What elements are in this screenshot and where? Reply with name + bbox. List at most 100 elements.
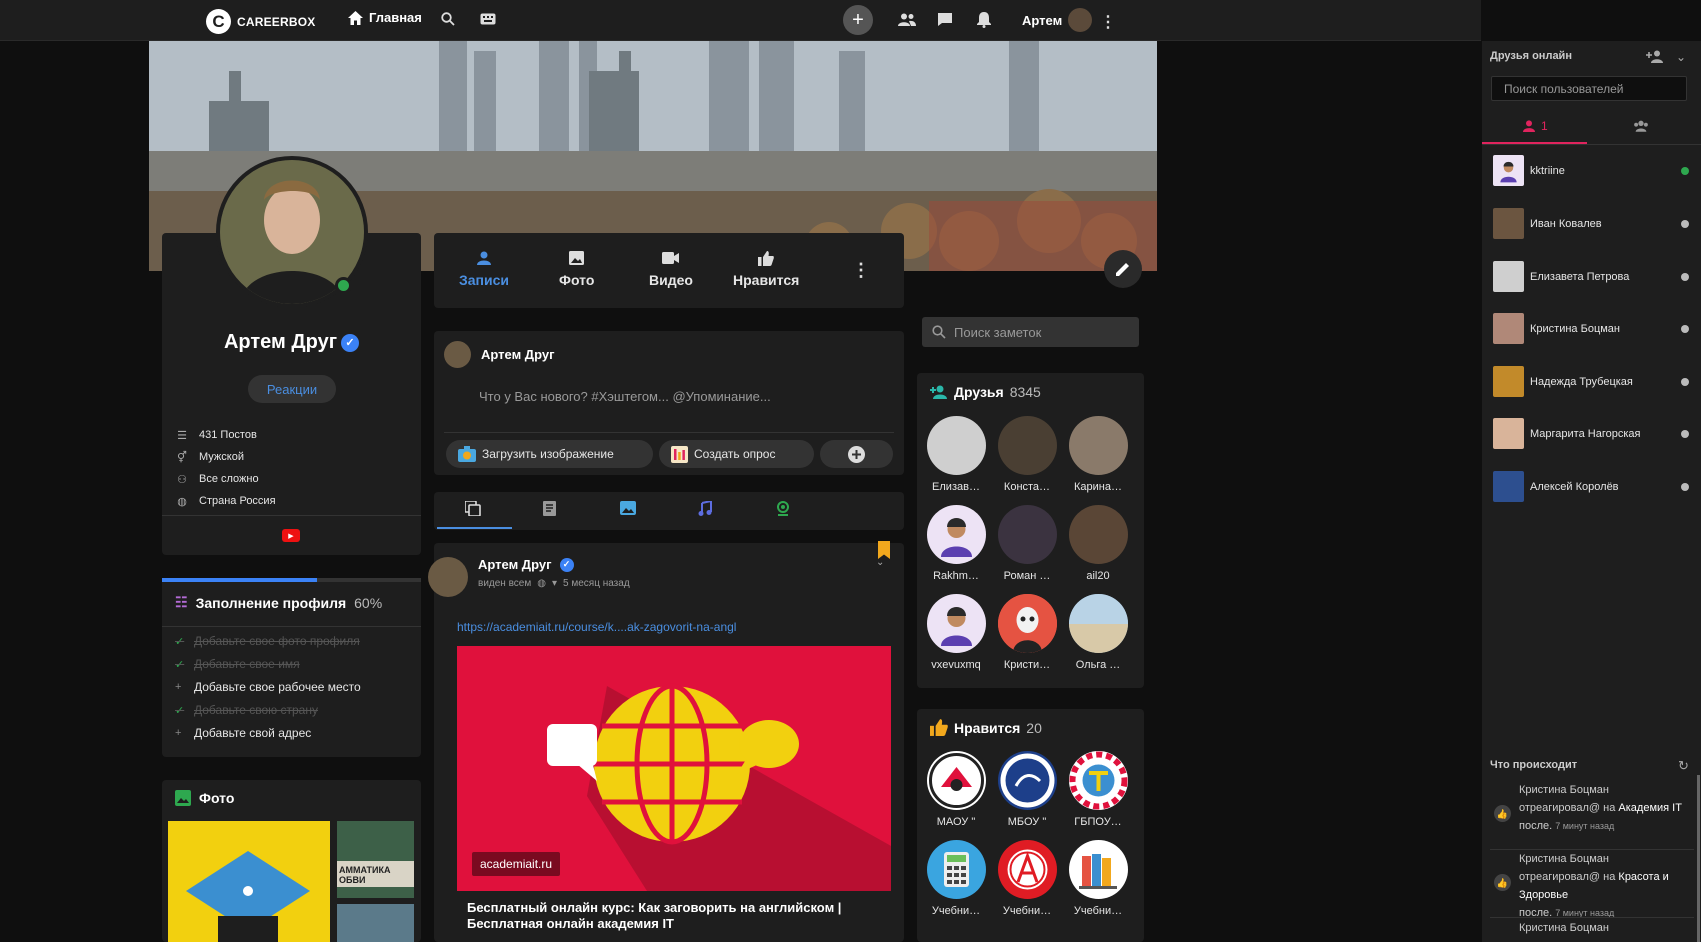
composer-user-name: Артем Друг (481, 347, 555, 362)
nav-home-link[interactable]: Главная (348, 10, 422, 25)
user-avatar (1068, 8, 1093, 32)
checklist-item[interactable]: ✓ Добавьте свое имя (175, 657, 361, 671)
online-user-item[interactable]: kktriine (1493, 155, 1689, 186)
globe-icon[interactable]: ◍ (537, 578, 546, 589)
online-user-item[interactable]: Елизавета Петрова (1493, 261, 1689, 292)
notes-search-placeholder: Поиск заметок (954, 324, 1042, 340)
tab-likes[interactable]: Нравится (733, 250, 799, 288)
likes-title[interactable]: Нравится (954, 720, 1020, 736)
activity-divider (1490, 917, 1694, 918)
notes-search-input[interactable]: Поиск заметок (922, 317, 1139, 347)
checklist-icon: ☷ (175, 594, 188, 610)
online-user-item[interactable]: Кристина Боцман (1493, 313, 1689, 344)
checklist-item[interactable]: ✓ Добавьте свое фото профиля (175, 634, 361, 648)
liked-page-item[interactable]: Учебни… (926, 840, 986, 917)
online-user-item[interactable]: Иван Ковалев (1493, 208, 1689, 239)
tab-groups[interactable] (1633, 120, 1649, 132)
thumbs-up-icon: 👍 (1494, 805, 1511, 822)
sidebar-scrollbar[interactable] (1697, 775, 1700, 942)
chevron-down-icon[interactable]: ⌄ (1676, 50, 1686, 64)
filter-text-icon[interactable] (542, 500, 558, 516)
search-icon[interactable] (441, 12, 455, 26)
liked-page-item[interactable]: Учебни… (1068, 840, 1128, 917)
activity-user[interactable]: Кристина Боцман (1494, 919, 1609, 937)
filter-location-icon[interactable] (775, 500, 791, 516)
user-menu[interactable]: Артем (1022, 8, 1093, 32)
friends-title[interactable]: Друзья (954, 384, 1004, 400)
keyboard-icon[interactable] (480, 13, 496, 25)
completion-divider (162, 626, 421, 627)
liked-page-item[interactable]: МБОУ " (997, 751, 1057, 828)
filter-all-icon[interactable] (465, 500, 481, 516)
upload-image-label: Загрузить изображение (482, 447, 614, 461)
logo[interactable]: C CAREERBOX (206, 9, 315, 34)
youtube-icon[interactable]: ▶ (282, 529, 300, 542)
online-user-item[interactable]: Маргарита Нагорская (1493, 418, 1689, 449)
checklist-item[interactable]: ✓ Добавьте свою страну (175, 703, 361, 717)
post-link-title[interactable]: Бесплатный онлайн курс: Как заговорить н… (467, 900, 891, 932)
reactions-button[interactable]: Реакции (248, 375, 336, 403)
composer-input[interactable]: Что у Вас нового? #Хэштегом... @Упоминан… (479, 389, 771, 404)
more-options-button[interactable] (820, 440, 893, 468)
checklist-item-label: Добавьте свою страну (194, 703, 318, 717)
online-user-item[interactable]: Алексей Королёв (1493, 471, 1689, 502)
friends-icon[interactable] (898, 13, 916, 26)
user-search-input[interactable]: Поиск пользователей (1491, 76, 1687, 101)
checklist-item[interactable]: + Добавьте свое рабочее место (175, 680, 361, 694)
friend-item[interactable]: Rakhm… (926, 505, 986, 582)
post-link[interactable]: https://academiait.ru/course/k....ak-zag… (457, 620, 736, 634)
activity-suffix: после. (1519, 820, 1553, 832)
activity-item[interactable]: Кристина Боцман (1494, 919, 1684, 937)
liked-page-item[interactable]: ГБПОУ… (1068, 751, 1128, 828)
activity-target[interactable]: Академия IT (1618, 802, 1682, 814)
tab-posts[interactable]: Записи (459, 250, 509, 288)
upload-image-button[interactable]: Загрузить изображение (446, 440, 653, 468)
online-user-item[interactable]: Надежда Трубецкая (1493, 366, 1689, 397)
liked-page-item[interactable]: МАОУ " (926, 751, 986, 828)
activity-item[interactable]: 👍 Кристина Боцман отреагировал@ на Красо… (1494, 850, 1684, 922)
friend-item[interactable]: vxevuxmq (926, 594, 986, 671)
bell-icon[interactable] (977, 12, 991, 28)
edit-cover-button[interactable] (1104, 250, 1142, 288)
video-icon (662, 250, 680, 266)
more-vertical-icon[interactable]: ⋮ (852, 260, 870, 281)
post-author-avatar[interactable] (428, 557, 468, 597)
camera-icon (458, 446, 476, 462)
post-author[interactable]: Артем Друг (478, 557, 552, 572)
create-plus-button[interactable]: + (843, 5, 873, 35)
friend-item[interactable]: Елизав… (926, 416, 986, 493)
checklist-item-label: Добавьте свое рабочее место (194, 680, 361, 694)
checklist-item[interactable]: + Добавьте свой адрес (175, 726, 361, 740)
friend-item[interactable]: Конста… (997, 416, 1057, 493)
photo-thumbnail[interactable] (337, 904, 414, 942)
chevron-down-icon[interactable]: ⌄ (876, 557, 884, 568)
friend-item[interactable]: Ольга … (1068, 594, 1128, 671)
activity-user[interactable]: Кристина Боцман (1519, 781, 1682, 799)
user-name: Иван Ковалев (1530, 217, 1602, 230)
liked-page-item[interactable]: Учебни… (997, 840, 1057, 917)
refresh-icon[interactable]: ↻ (1678, 758, 1689, 774)
add-friend-icon[interactable] (1646, 50, 1664, 63)
friend-item[interactable]: ail20 (1068, 505, 1128, 582)
tab-likes-label: Нравится (733, 272, 800, 288)
check-icon: ✓ (175, 704, 185, 717)
photo-thumbnail[interactable]: АММАТИКА ОБВИ (337, 821, 414, 898)
composer-avatar (444, 341, 471, 368)
friend-item[interactable]: Роман … (997, 505, 1057, 582)
activity-user[interactable]: Кристина Боцман (1519, 850, 1684, 868)
messages-icon[interactable] (937, 12, 953, 27)
tab-photos[interactable]: Фото (559, 250, 594, 288)
friend-avatar (997, 594, 1057, 653)
tab-video[interactable]: Видео (649, 250, 693, 288)
create-poll-button[interactable]: Создать опрос (659, 440, 814, 468)
photo-thumbnail[interactable] (168, 821, 330, 942)
filter-music-icon[interactable] (697, 500, 713, 516)
more-vertical-icon[interactable]: ⋮ (1100, 12, 1116, 32)
tab-online-users[interactable]: 1 (1523, 119, 1548, 133)
filter-photo-icon[interactable] (620, 500, 636, 516)
friend-item[interactable]: Кристи… (997, 594, 1057, 671)
caret-down-icon[interactable]: ▾ (552, 578, 557, 589)
friend-item[interactable]: Карина… (1068, 416, 1128, 493)
post-visibility: виден всем (478, 578, 532, 589)
activity-item[interactable]: 👍 Кристина Боцман отреагировал@ на Акаде… (1494, 781, 1684, 835)
